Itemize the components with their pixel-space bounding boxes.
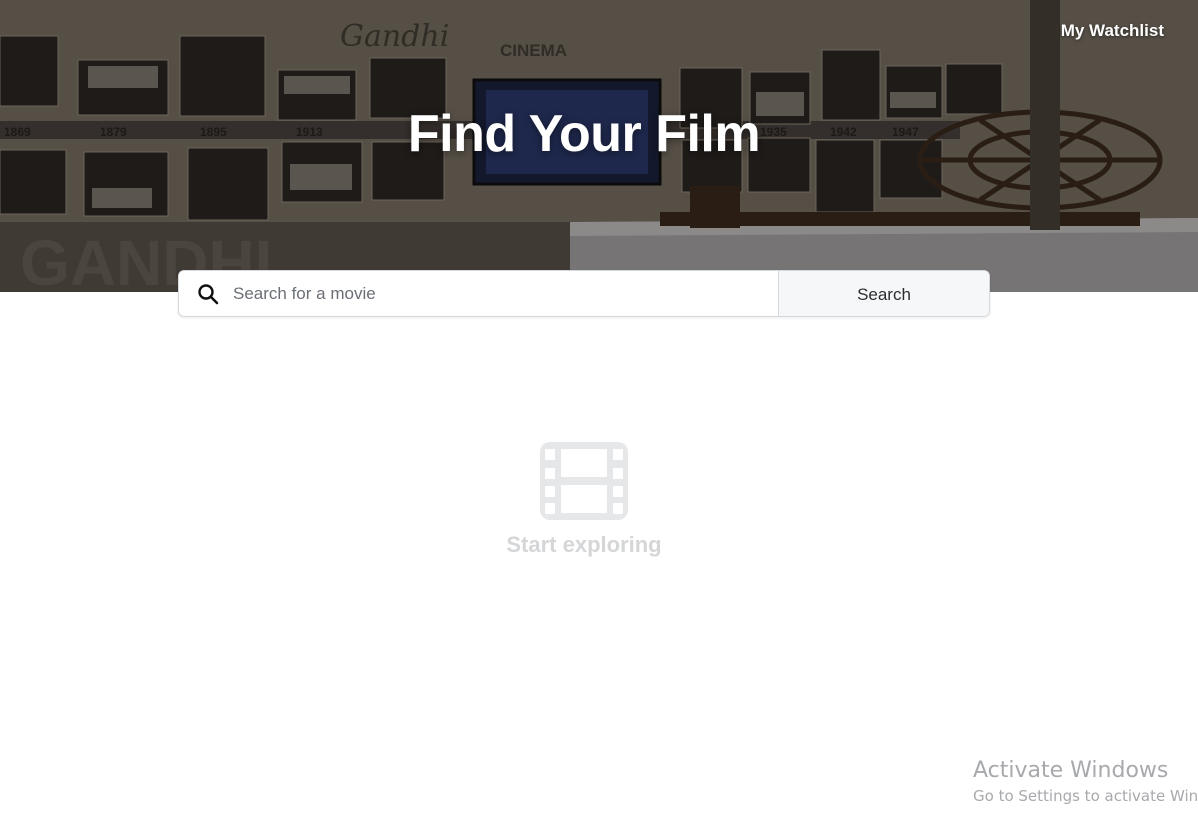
film-icon [540,442,628,520]
page: Gandhi CINEMA 1869 1879 1895 1913 1935 1… [0,0,1198,838]
page-title: Find Your Film [407,105,761,163]
empty-state-text: Start exploring [506,532,662,557]
hero-banner: Gandhi CINEMA 1869 1879 1895 1913 1935 1… [0,0,1198,292]
search-bar: Search [178,270,990,317]
windows-activation-watermark: Activate Windows Go to Settings to activ… [973,758,1198,805]
search-icon [179,271,233,316]
my-watchlist-link[interactable]: My Watchlist [1061,21,1164,41]
watermark-subtitle: Go to Settings to activate Windows. [973,787,1198,805]
watermark-title: Activate Windows [973,758,1169,783]
empty-state: Start exploring [484,441,684,558]
search-input[interactable] [233,271,778,316]
search-button[interactable]: Search [778,271,989,316]
